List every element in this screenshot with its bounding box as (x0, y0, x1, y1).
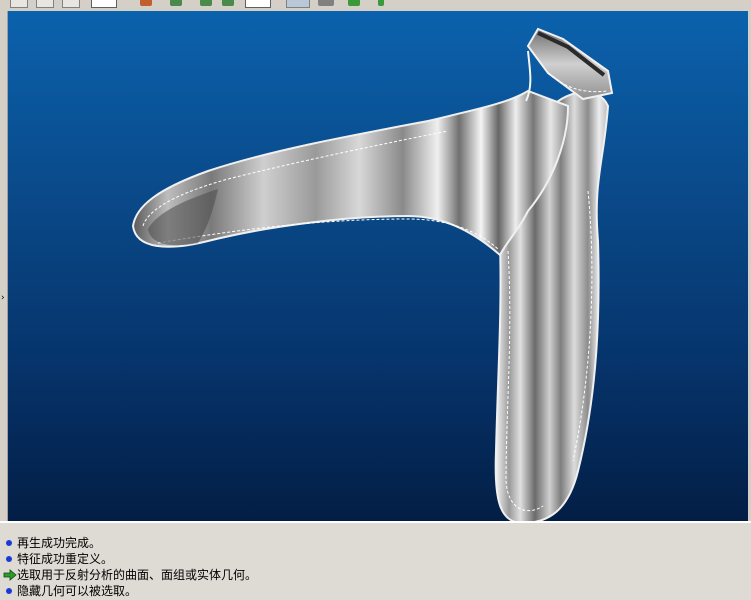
message-text: 选取用于反射分析的曲面、面组或实体几何。 (17, 568, 258, 582)
toolbar-button-5[interactable] (245, 0, 271, 8)
toolbar-button-1[interactable] (10, 0, 28, 8)
graphics-viewport[interactable] (8, 11, 748, 521)
left-panel-splitter[interactable]: › (0, 11, 8, 521)
message-text: 再生成功完成。 (17, 536, 102, 550)
toolbar-button-3[interactable] (62, 0, 80, 8)
model-arm[interactable] (131, 89, 570, 257)
message-text: 隐藏几何可以被选取。 (17, 584, 138, 598)
message-line: 隐藏几何可以被选取。 (0, 583, 751, 599)
message-line: 再生成功完成。 (0, 535, 751, 551)
message-line: 特征成功重定义。 (0, 551, 751, 567)
ruler-icon[interactable] (318, 0, 334, 6)
toolbar-button-4[interactable] (91, 0, 117, 8)
prompt-arrow-icon (3, 569, 17, 581)
toolbar-tool-icon[interactable] (170, 0, 182, 6)
toolbar-button-6[interactable] (286, 0, 310, 8)
model-top-cap[interactable] (525, 27, 614, 102)
toolbar-tool-icon[interactable] (348, 0, 360, 6)
toolbar-tool-icon[interactable] (140, 0, 152, 6)
message-area: 再生成功完成。 特征成功重定义。 选取用于反射分析的曲面、面组或实体几何。 隐藏… (0, 521, 751, 600)
reflection-analysis-model[interactable] (8, 11, 748, 521)
info-bullet-icon (6, 540, 12, 546)
toolbar-button-2[interactable] (36, 0, 54, 8)
message-text: 特征成功重定义。 (17, 552, 114, 566)
message-line: 选取用于反射分析的曲面、面组或实体几何。 (0, 567, 751, 583)
toolbar-tool-icon[interactable] (222, 0, 234, 6)
info-bullet-icon (6, 556, 12, 562)
info-bullet-icon (6, 588, 12, 594)
toolbar-tool-icon[interactable] (378, 0, 384, 6)
expand-panel-icon[interactable]: › (1, 293, 5, 303)
toolbar-tool-icon[interactable] (200, 0, 212, 6)
